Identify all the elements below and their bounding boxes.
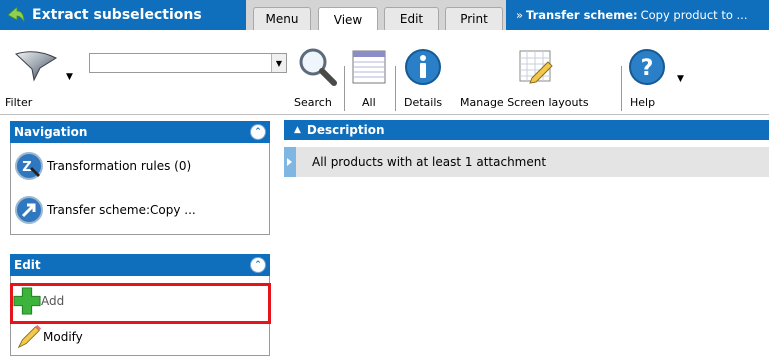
app-title-bar: Extract subselections xyxy=(0,0,246,30)
edit-header: Edit ⌃ xyxy=(10,254,270,276)
search-input[interactable] xyxy=(90,54,274,72)
tab-menu[interactable]: Menu xyxy=(253,7,311,30)
nav-item-transformation-rules[interactable]: Z Transformation rules (0) xyxy=(11,147,269,185)
search-combo[interactable]: ▼ xyxy=(89,53,287,73)
navigation-collapse-button[interactable]: ⌃ xyxy=(250,124,266,140)
filter-label: Filter xyxy=(5,96,33,109)
breadcrumb[interactable]: » Transfer scheme: Copy product to ... xyxy=(506,0,769,30)
details-label: Details xyxy=(404,96,443,109)
column-header-label: Description xyxy=(306,123,385,137)
all-records-icon[interactable] xyxy=(352,50,386,84)
help-dropdown-caret[interactable]: ▼ xyxy=(677,74,684,84)
edit-item-modify[interactable]: Modify xyxy=(11,320,269,354)
tab-view[interactable]: View xyxy=(318,7,378,31)
breadcrumb-rest: Copy product to ... xyxy=(640,8,748,22)
filter-dropdown-caret[interactable]: ▼ xyxy=(66,72,73,82)
back-arrow-icon[interactable] xyxy=(6,5,26,25)
transfer-scheme-icon xyxy=(15,196,43,224)
help-label: Help xyxy=(630,96,656,109)
navigation-panel: Z Transformation rules (0) Transfer sche… xyxy=(10,143,270,235)
search-label: Search xyxy=(294,96,332,109)
tab-edit[interactable]: Edit xyxy=(384,7,439,30)
nav-item-label: Transfer scheme:Copy ... xyxy=(47,203,196,217)
edit-title: Edit xyxy=(14,258,41,272)
transformation-rules-icon: Z xyxy=(15,152,43,180)
nav-item-transfer-scheme[interactable]: Transfer scheme:Copy ... xyxy=(11,191,269,229)
highlight-box xyxy=(10,283,271,324)
column-header-description[interactable]: ▲ Description xyxy=(284,120,769,140)
search-icon[interactable] xyxy=(296,46,338,86)
navigation-header: Navigation ⌃ xyxy=(10,121,270,143)
combo-dropdown-button[interactable]: ▼ xyxy=(271,54,286,72)
data-grid: ▲ Description All products with at least… xyxy=(284,115,769,344)
breadcrumb-prefix: » xyxy=(516,8,524,22)
navigation-title: Navigation xyxy=(14,125,88,139)
all-label: All xyxy=(362,96,376,109)
toolbar-separator xyxy=(621,66,622,111)
pencil-icon xyxy=(17,324,42,349)
row-selector-icon[interactable] xyxy=(284,147,296,177)
info-icon[interactable] xyxy=(404,48,442,86)
app-title: Extract subselections xyxy=(32,7,202,23)
toolbar-separator xyxy=(344,66,345,111)
table-row[interactable]: All products with at least 1 attachment xyxy=(284,147,769,177)
screen-layout-icon[interactable] xyxy=(518,48,554,84)
nav-item-label: Transformation rules (0) xyxy=(47,159,192,173)
toolbar-separator xyxy=(395,66,396,111)
title-bar: Extract subselections Menu View Edit Pri… xyxy=(0,0,769,31)
svg-text:Z: Z xyxy=(22,160,31,175)
filter-funnel-icon[interactable] xyxy=(14,50,58,82)
svg-text:?: ? xyxy=(641,56,654,81)
toolbar: ▼ Filter ▼ Search All Details Manage Scr… xyxy=(0,30,769,115)
breadcrumb-bold: Transfer scheme: xyxy=(526,8,638,22)
screen-layouts-label: Manage Screen layouts xyxy=(460,96,589,109)
row-description: All products with at least 1 attachment xyxy=(312,155,547,169)
tab-print[interactable]: Print xyxy=(445,7,503,30)
help-icon[interactable]: ? xyxy=(628,48,666,86)
edit-item-label: Modify xyxy=(43,330,83,344)
edit-collapse-button[interactable]: ⌃ xyxy=(250,257,266,273)
sort-ascending-icon: ▲ xyxy=(294,125,301,135)
